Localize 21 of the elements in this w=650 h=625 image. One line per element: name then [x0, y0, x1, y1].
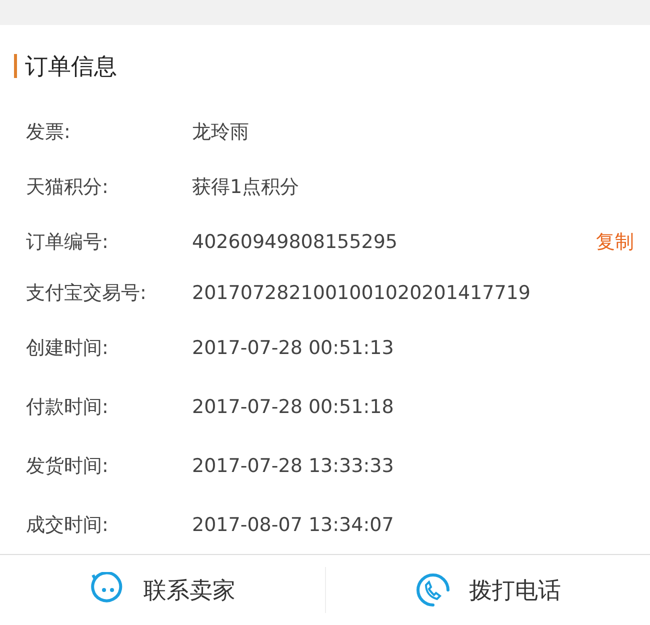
call-button[interactable]: 拨打电话: [326, 567, 650, 613]
section-title: 订单信息: [25, 52, 117, 82]
field-value: 龙玲雨: [192, 120, 250, 145]
phone-icon: [414, 572, 451, 608]
field-label: 订单编号:: [26, 230, 110, 254]
field-value: 2017072821001001020201417719: [192, 282, 532, 304]
field-value: 2017-07-28 13:33:33: [192, 454, 395, 476]
contact-seller-button[interactable]: 联系卖家: [0, 567, 326, 613]
field-value: 2017-07-28 00:51:13: [192, 336, 395, 358]
field-label: 创建时间:: [26, 336, 110, 360]
field-value: 2017-07-28 00:51:18: [192, 396, 395, 418]
field-value: 2017-08-07 13:34:07: [192, 514, 395, 536]
field-label: 付款时间:: [26, 394, 110, 420]
field-label: 发票:: [26, 120, 72, 145]
section-accent-bar: [14, 54, 17, 78]
field-label: 成交时间:: [26, 512, 110, 538]
field-label: 支付宝交易号:: [26, 280, 148, 306]
field-value: 40260949808155295: [192, 230, 399, 252]
field-value: 获得1点积分: [192, 174, 300, 200]
field-label: 发货时间:: [26, 454, 110, 478]
field-label: 天猫积分:: [26, 174, 110, 200]
